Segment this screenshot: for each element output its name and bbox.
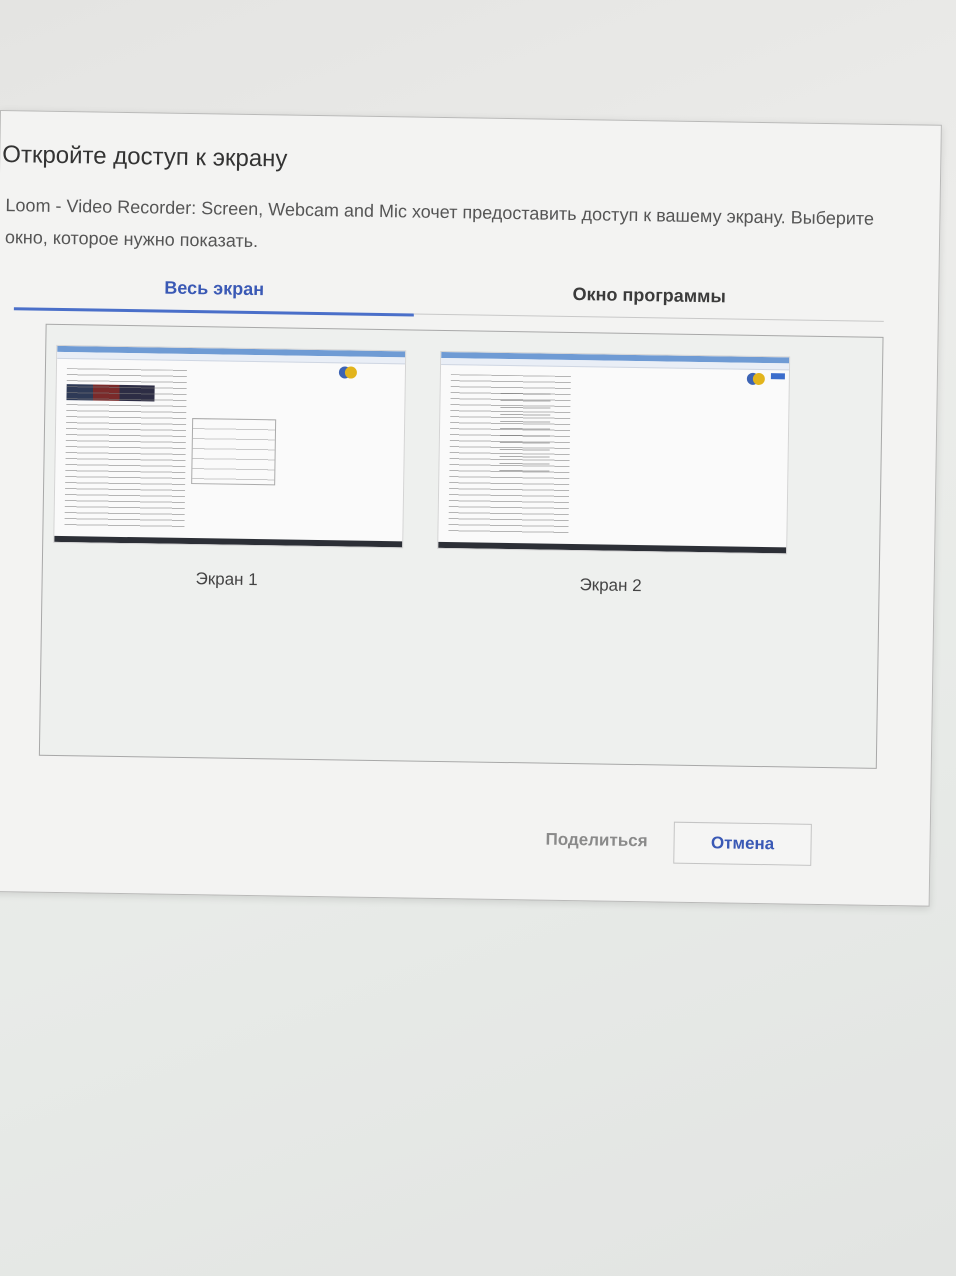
thumbnail-sign-in-button [770, 373, 785, 380]
screen-2-thumbnail[interactable] [437, 350, 791, 555]
thumbnail-taskbar [438, 541, 787, 554]
thumbnail-dialog-panel [191, 418, 277, 486]
source-tabs: Весь экран Окно программы [13, 271, 885, 323]
screen-2-label: Экран 2 [579, 575, 642, 596]
thumbnail-logo-icon [747, 371, 767, 385]
cancel-button[interactable]: Отмена [673, 821, 812, 866]
tab-application-window[interactable]: Окно программы [413, 277, 885, 322]
screen-1-label: Экран 1 [195, 569, 258, 590]
thumbnail-page-text [64, 368, 187, 530]
dialog-description: Loom - Video Recorder: Screen, Webcam an… [4, 195, 875, 252]
thumbnail-page-text-column [499, 392, 551, 474]
screen-option-2[interactable]: Экран 2 [436, 350, 791, 598]
screen-share-dialog: Откройте доступ к экрану Loom - Video Re… [0, 110, 942, 907]
thumbnail-logo-icon [339, 364, 359, 378]
tab-entire-screen[interactable]: Весь экран [13, 271, 415, 317]
dialog-title: Откройте доступ к экрану [2, 141, 288, 173]
screen-option-1[interactable]: Экран 1 [53, 344, 407, 592]
thumbnail-taskbar [54, 535, 403, 548]
screen-picker-pane: Экран 1 Экран 2 [38, 323, 884, 769]
share-button[interactable]: Поделиться [533, 819, 660, 861]
screen-1-thumbnail[interactable] [53, 344, 407, 549]
